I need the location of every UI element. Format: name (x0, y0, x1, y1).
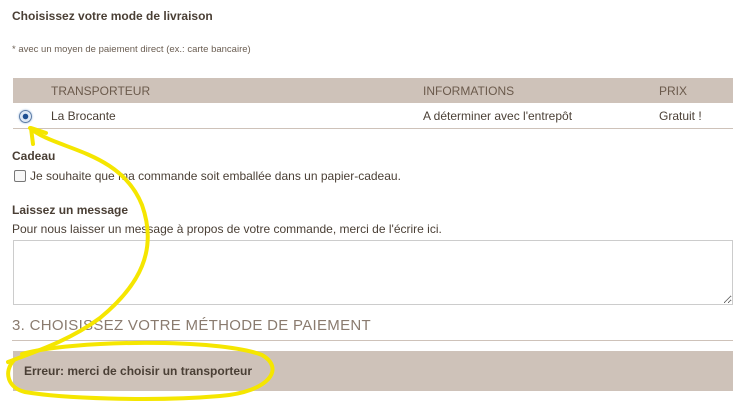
annotation-arrowhead (29, 126, 48, 146)
payment-note: * avec un moyen de paiement direct (ex.:… (12, 44, 251, 55)
header-informations: INFORMATIONS (423, 78, 659, 103)
error-banner: Erreur: merci de choisir un transporteur (13, 351, 733, 391)
header-carrier: TRANSPORTEUR (51, 78, 423, 103)
carrier-row[interactable]: La Brocante A déterminer avec l'entrepôt… (13, 103, 733, 129)
header-price: PRIX (659, 78, 733, 103)
message-heading: Laissez un message (12, 203, 129, 217)
delivery-title: Choisissez votre mode de livraison (12, 9, 213, 23)
gift-heading: Cadeau (12, 149, 56, 163)
carrier-price: Gratuit ! (659, 103, 733, 129)
gift-option[interactable]: Je souhaite que ma commande soit emballé… (14, 169, 401, 183)
gift-checkbox-label: Je souhaite que ma commande soit emballé… (30, 169, 401, 183)
carrier-table: TRANSPORTEUR INFORMATIONS PRIX La Brocan… (13, 78, 733, 129)
carrier-name: La Brocante (51, 103, 423, 129)
carrier-info: A déterminer avec l'entrepôt (423, 103, 659, 129)
header-radio-col (13, 78, 51, 103)
message-help: Pour nous laisser un message à propos de… (12, 222, 442, 236)
carrier-table-header: TRANSPORTEUR INFORMATIONS PRIX (13, 78, 733, 103)
carrier-radio[interactable] (19, 109, 32, 123)
carrier-radio-cell (13, 103, 51, 129)
gift-checkbox[interactable] (14, 170, 26, 182)
error-message: Erreur: merci de choisir un transporteur (24, 364, 253, 378)
message-textarea[interactable] (13, 240, 733, 305)
payment-section-title: 3. CHOISISSEZ VOTRE MÉTHODE DE PAIEMENT (12, 317, 733, 341)
